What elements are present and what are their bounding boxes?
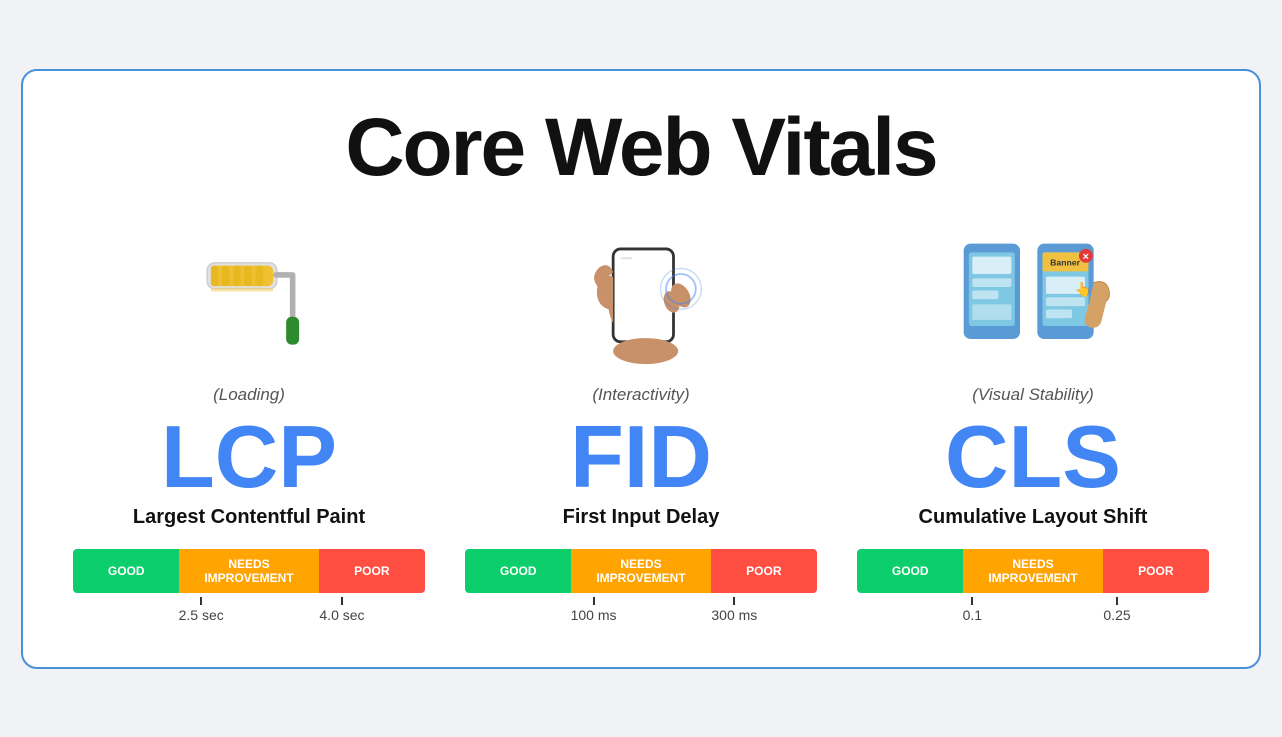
cls-tick2-line [1116, 597, 1118, 605]
fid-tick2-label: 300 ms [711, 607, 757, 623]
lcp-acronym: LCP [161, 413, 337, 501]
fid-icon [561, 225, 721, 375]
main-card: Core Web Vitals [21, 69, 1261, 669]
cls-acronym: CLS [945, 413, 1121, 501]
vital-cls: Banner ✕ 👆 (Visual Stability) CLS C [847, 225, 1219, 627]
cls-scale: GOOD NEEDSIMPROVEMENT POOR 0.1 0.25 [847, 549, 1219, 627]
fid-tick1-line [593, 597, 595, 605]
lcp-scale: GOOD NEEDSIMPROVEMENT POOR 2.5 sec 4.0 s… [63, 549, 435, 627]
cls-good-seg: GOOD [857, 549, 963, 593]
lcp-poor-seg: POOR [319, 549, 425, 593]
lcp-tick1-label: 2.5 sec [179, 607, 224, 623]
cls-tick1: 0.1 [963, 597, 982, 623]
lcp-icon [184, 225, 314, 375]
svg-text:Banner: Banner [1050, 257, 1080, 267]
cls-tick1-line [971, 597, 973, 605]
fid-tick2: 300 ms [711, 597, 757, 623]
cls-needs-seg: NEEDSIMPROVEMENT [963, 549, 1102, 593]
lcp-needs-seg: NEEDSIMPROVEMENT [179, 549, 318, 593]
svg-text:✕: ✕ [1082, 251, 1089, 261]
cls-poor-seg: POOR [1103, 549, 1209, 593]
cls-scale-bar: GOOD NEEDSIMPROVEMENT POOR [857, 549, 1209, 593]
svg-text:👆: 👆 [1075, 280, 1092, 297]
cls-tick2: 0.25 [1103, 597, 1130, 623]
lcp-tick2-line [341, 597, 343, 605]
fid-category: (Interactivity) [592, 385, 689, 405]
fid-tick1: 100 ms [571, 597, 617, 623]
lcp-tick1: 2.5 sec [179, 597, 224, 623]
lcp-tick2-label: 4.0 sec [319, 607, 364, 623]
fid-needs-seg: NEEDSIMPROVEMENT [571, 549, 710, 593]
vital-lcp: (Loading) LCP Largest Contentful Paint G… [63, 225, 435, 627]
fid-scale: GOOD NEEDSIMPROVEMENT POOR 100 ms 300 ms [455, 549, 827, 627]
fid-ticks: 100 ms 300 ms [465, 597, 817, 627]
cls-tick2-label: 0.25 [1103, 607, 1130, 623]
fid-tick1-label: 100 ms [571, 607, 617, 623]
lcp-tick1-line [200, 597, 202, 605]
lcp-category: (Loading) [213, 385, 285, 405]
fid-full-name: First Input Delay [563, 506, 720, 529]
cls-category: (Visual Stability) [972, 385, 1094, 405]
lcp-ticks: 2.5 sec 4.0 sec [73, 597, 425, 627]
cls-full-name: Cumulative Layout Shift [919, 506, 1148, 529]
vital-fid: (Interactivity) FID First Input Delay GO… [455, 225, 827, 627]
fid-scale-bar: GOOD NEEDSIMPROVEMENT POOR [465, 549, 817, 593]
cls-icon: Banner ✕ 👆 [943, 225, 1123, 375]
fid-acronym: FID [570, 413, 712, 501]
lcp-scale-bar: GOOD NEEDSIMPROVEMENT POOR [73, 549, 425, 593]
lcp-tick2: 4.0 sec [319, 597, 364, 623]
cls-tick1-label: 0.1 [963, 607, 982, 623]
lcp-good-seg: GOOD [73, 549, 179, 593]
vitals-grid: (Loading) LCP Largest Contentful Paint G… [63, 225, 1219, 627]
fid-tick2-line [733, 597, 735, 605]
fid-poor-seg: POOR [711, 549, 817, 593]
fid-good-seg: GOOD [465, 549, 571, 593]
lcp-full-name: Largest Contentful Paint [133, 506, 365, 529]
page-title: Core Web Vitals [63, 101, 1219, 195]
cls-ticks: 0.1 0.25 [857, 597, 1209, 627]
